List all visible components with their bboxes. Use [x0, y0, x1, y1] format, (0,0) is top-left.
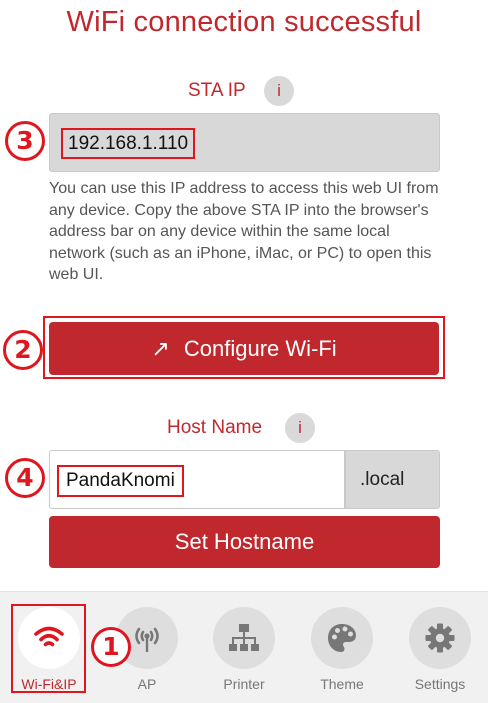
callout-1: 1 [91, 627, 131, 667]
nav-label-theme: Theme [320, 676, 364, 692]
nav-item-settings[interactable]: Settings [400, 592, 480, 702]
configure-wifi-label: Configure Wi-Fi [183, 336, 337, 361]
page-title: WiFi connection successful [66, 6, 422, 38]
hostname-suffix: .local [345, 450, 440, 509]
hostname-value: PandaKnomi [57, 465, 184, 497]
arrow-up-right-icon: ↗ [151, 336, 170, 361]
nav-item-theme[interactable]: Theme [302, 592, 382, 702]
palette-icon [328, 624, 356, 652]
sta-ip-label: STA IP [188, 80, 246, 101]
hostname-label: Host Name [167, 417, 263, 438]
nav-item-printer[interactable]: Printer [204, 592, 284, 702]
configure-wifi-button[interactable]: ↗ Configure Wi-Fi [49, 322, 439, 375]
sta-ip-value: 192.168.1.110 [61, 128, 196, 159]
sta-ip-label-row: STA IP i [0, 75, 488, 107]
hostname-info-icon[interactable]: i [285, 413, 315, 443]
nav-wifi-highlight [11, 604, 86, 693]
access-point-icon [135, 627, 159, 652]
sta-ip-help-text: You can use this IP address to access th… [49, 180, 439, 283]
hostname-input[interactable]: PandaKnomi [49, 450, 345, 509]
network-tree-icon-circle [213, 607, 275, 669]
set-hostname-button[interactable]: Set Hostname [49, 516, 440, 568]
gear-icon [425, 623, 455, 653]
gear-icon-circle [409, 607, 471, 669]
network-tree-icon [229, 624, 259, 651]
palette-icon-circle [311, 607, 373, 669]
nav-label-settings: Settings [414, 676, 466, 692]
hostname-label-row: Host Name i [0, 412, 488, 444]
nav-label-ap: AP [137, 676, 157, 692]
sta-ip-info-icon[interactable]: i [264, 76, 294, 106]
sta-ip-field[interactable]: 192.168.1.110 [49, 113, 440, 172]
nav-label-printer: Printer [223, 676, 265, 692]
callout-4: 4 [5, 458, 45, 498]
callout-2: 2 [3, 330, 43, 370]
callout-3: 3 [5, 121, 45, 161]
